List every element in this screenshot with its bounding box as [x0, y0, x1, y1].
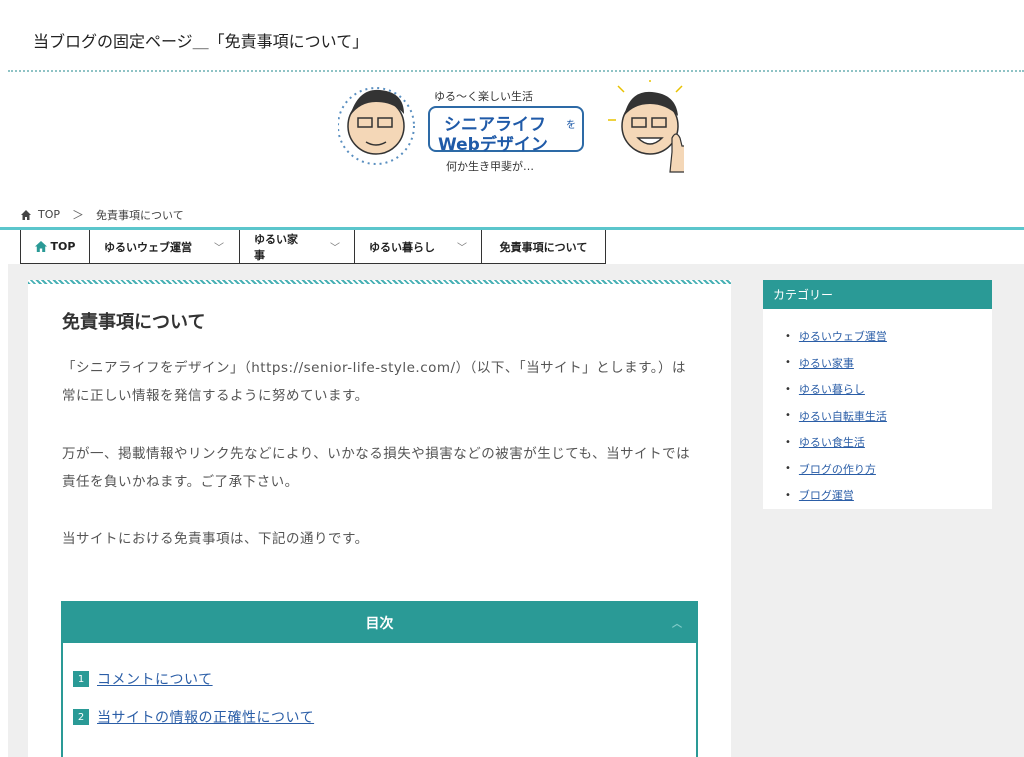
- category-sidebar: カテゴリー ゆるいウェブ運営 ゆるい家事 ゆるい暮らし ゆるい自転車生活 ゆるい…: [763, 280, 992, 509]
- toc-header: 目次 ︿: [63, 603, 696, 643]
- toc-item: 1 コメントについて: [73, 669, 213, 689]
- home-icon: [34, 241, 47, 252]
- chevron-down-icon: ﹀: [214, 243, 224, 254]
- category-link[interactable]: ブログの作り方: [799, 461, 876, 477]
- main-nav: TOP ゆるいウェブ運営 ﹀ ゆるい家事 ﹀ ゆるい暮らし ﹀ 免責事項について: [20, 230, 606, 264]
- category-link[interactable]: ゆるい自転車生活: [799, 408, 887, 424]
- nav-item-label: TOP: [50, 240, 76, 253]
- article-paragraph-2: 万が一、掲載情報やリンク先などにより、いかなる損失や損害などの被害が生じても、当…: [62, 446, 691, 490]
- toc-collapse-icon[interactable]: ︿: [672, 615, 682, 630]
- nav-item-disclaimer[interactable]: 免責事項について: [482, 230, 606, 264]
- nav-item-label: 免責事項について: [499, 240, 588, 254]
- category-link[interactable]: ゆるい家事: [799, 355, 854, 371]
- list-item: ゆるい暮らし: [785, 376, 992, 403]
- nav-item-label: ゆるい暮らし: [369, 240, 435, 254]
- list-item: ゆるい食生活: [785, 429, 992, 456]
- breadcrumb-home-link[interactable]: TOP: [38, 208, 60, 221]
- logo-title-line2: Webデザイン: [438, 135, 548, 155]
- nav-item-housework[interactable]: ゆるい家事 ﹀: [240, 230, 355, 264]
- category-link[interactable]: ブログ運営: [799, 487, 854, 503]
- toc-link-accuracy[interactable]: 当サイトの情報の正確性について: [97, 707, 314, 727]
- article-paragraph-1: 「シニアライフをデザイン」（https://senior-life-style.…: [62, 360, 686, 404]
- list-item: ブログの作り方: [785, 456, 992, 483]
- sidebar-title: カテゴリー: [763, 280, 992, 309]
- list-item: ブログ運営: [785, 482, 992, 509]
- chevron-down-icon: ﹀: [457, 243, 467, 254]
- list-item: ゆるいウェブ運営: [785, 323, 992, 350]
- category-list: ゆるいウェブ運営 ゆるい家事 ゆるい暮らし ゆるい自転車生活 ゆるい食生活 ブロ…: [763, 309, 992, 509]
- nav-item-top[interactable]: TOP: [20, 230, 90, 264]
- logo-title-small: を: [566, 120, 576, 131]
- article-title: 免責事項について: [62, 312, 206, 333]
- nav-item-living[interactable]: ゆるい暮らし ﹀: [355, 230, 482, 264]
- article-card: 免責事項について 「シニアライフをデザイン」（https://senior-li…: [28, 280, 731, 757]
- breadcrumb-separator: ＞: [72, 208, 85, 222]
- logo-subline: 何か生き甲斐が…: [446, 160, 534, 173]
- logo-tagline: ゆる～く楽しい生活: [434, 90, 533, 103]
- breadcrumb: TOP ＞ 免責事項について: [20, 206, 184, 223]
- home-icon: [21, 209, 31, 220]
- nav-item-label: ゆるいウェブ運営: [104, 240, 192, 254]
- toc-item-number: 2: [73, 709, 89, 725]
- toc-item-number: 1: [73, 671, 89, 687]
- nav-item-label: ゆるい家事: [254, 232, 298, 262]
- table-of-contents: 目次 ︿ 1 コメントについて 2 当サイトの情報の正確性について: [61, 601, 698, 757]
- list-item: ゆるい自転車生活: [785, 403, 992, 430]
- logo-title-box: シニアライフ を Webデザイン: [428, 106, 584, 155]
- toc-link-comments[interactable]: コメントについて: [97, 669, 213, 689]
- category-link[interactable]: ゆるい暮らし: [799, 381, 865, 397]
- nav-item-web[interactable]: ゆるいウェブ運営 ﹀: [90, 230, 240, 264]
- article-top-stripe: [28, 280, 731, 284]
- site-logo[interactable]: ゆる～く楽しい生活 シニアライフ を Webデザイン 何か生き甲斐が…: [337, 74, 692, 180]
- article-paragraph-3: 当サイトにおける免責事項は、下記の通りです。: [62, 531, 369, 547]
- category-link[interactable]: ゆるいウェブ運営: [799, 328, 887, 344]
- category-link[interactable]: ゆるい食生活: [799, 434, 865, 450]
- list-item: ゆるい家事: [785, 350, 992, 377]
- breadcrumb-current: 免責事項について: [96, 208, 184, 222]
- toc-item: 2 当サイトの情報の正確性について: [73, 707, 314, 727]
- toc-title: 目次: [365, 616, 394, 632]
- header-divider: [8, 70, 1024, 72]
- page-heading: 当ブログの固定ページ＿「免責事項について」: [33, 32, 369, 51]
- chevron-down-icon: ﹀: [330, 243, 340, 254]
